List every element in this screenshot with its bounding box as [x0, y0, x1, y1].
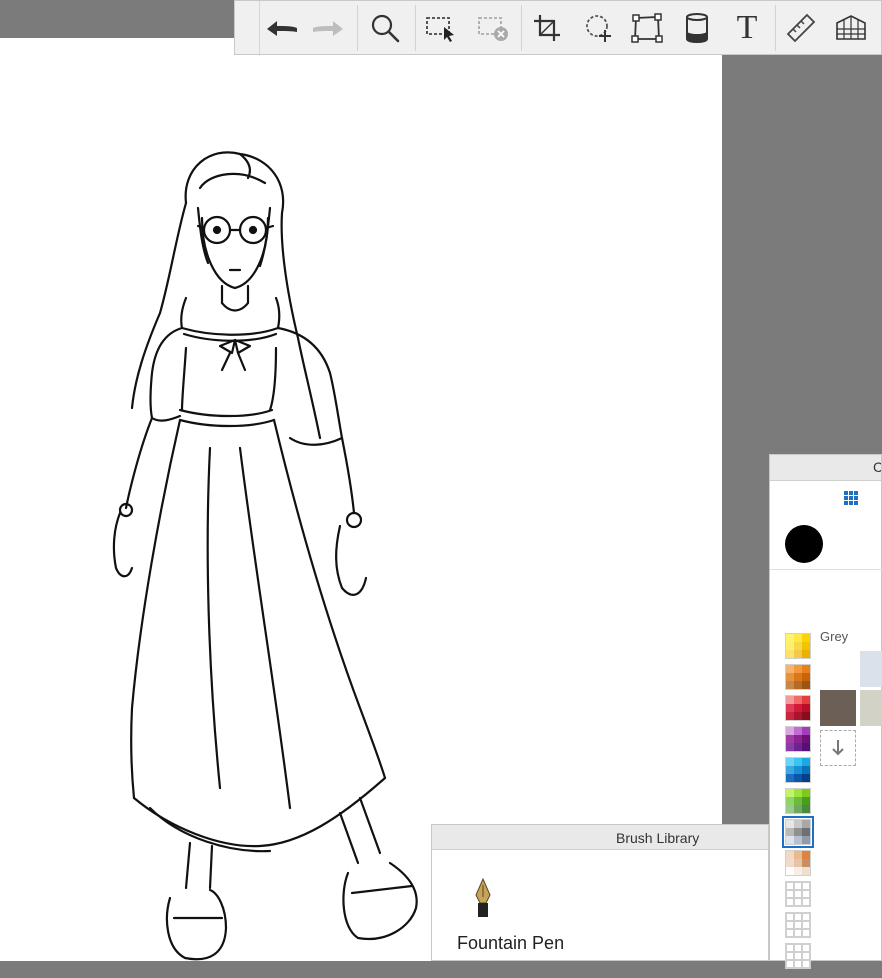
fill-button[interactable] — [677, 7, 717, 49]
crop-icon — [534, 15, 560, 41]
undo-button[interactable] — [261, 7, 301, 49]
redo-button[interactable] — [309, 7, 349, 49]
color-category-purple[interactable] — [785, 726, 811, 752]
fill-icon — [686, 13, 708, 43]
color-category-green[interactable] — [785, 788, 811, 814]
perspective-icon — [836, 15, 866, 40]
color-category-custom-1[interactable] — [785, 881, 811, 907]
brush-library-panel: Brush Library Fountain Pen — [431, 824, 769, 961]
redo-icon — [313, 21, 343, 36]
color-category-custom-3[interactable] — [785, 943, 811, 969]
ruler-icon — [786, 13, 816, 43]
color-category-blue[interactable] — [785, 757, 811, 783]
current-color-swatch[interactable] — [785, 525, 823, 563]
perspective-button[interactable] — [831, 7, 871, 49]
fountain-pen-icon[interactable] — [472, 877, 494, 921]
zoom-icon — [371, 14, 400, 43]
color-category-grey[interactable] — [782, 816, 814, 848]
color-swatch[interactable] — [860, 651, 882, 687]
import-swatch-button[interactable] — [820, 730, 856, 766]
ruler-button[interactable] — [781, 7, 821, 49]
deselect-button[interactable] — [473, 7, 513, 49]
color-swatch[interactable] — [820, 690, 856, 726]
text-icon: T — [736, 9, 758, 46]
brush-library-title: Brush Library — [432, 825, 768, 850]
main-toolbar: T — [234, 0, 882, 56]
drawing-canvas[interactable] — [0, 38, 722, 961]
transform-icon — [586, 15, 611, 42]
arrow-down-icon — [832, 740, 844, 756]
color-category-orange[interactable] — [785, 664, 811, 690]
crop-button[interactable] — [527, 7, 567, 49]
color-panel: C Grey — [769, 454, 882, 969]
color-category-custom-2[interactable] — [785, 912, 811, 938]
color-category-yellow[interactable] — [785, 633, 811, 659]
distort-icon — [631, 13, 663, 43]
color-category-skin[interactable] — [785, 850, 811, 876]
character-line-art — [112, 151, 418, 961]
undo-icon — [267, 21, 297, 36]
text-button[interactable]: T — [727, 7, 767, 49]
zoom-button[interactable] — [365, 7, 405, 49]
toolbar-grip[interactable] — [235, 1, 260, 56]
color-swatch[interactable] — [860, 690, 882, 726]
category-label: Grey — [820, 629, 849, 644]
select-button[interactable] — [421, 7, 461, 49]
deselect-icon — [478, 17, 508, 41]
select-icon — [426, 17, 454, 42]
brush-name-label[interactable]: Fountain Pen — [457, 933, 564, 954]
color-category-red[interactable] — [785, 695, 811, 721]
transform-button[interactable] — [579, 7, 619, 49]
distort-button[interactable] — [627, 7, 667, 49]
color-panel-title: C — [770, 455, 881, 481]
grid-view-icon[interactable] — [844, 491, 858, 505]
